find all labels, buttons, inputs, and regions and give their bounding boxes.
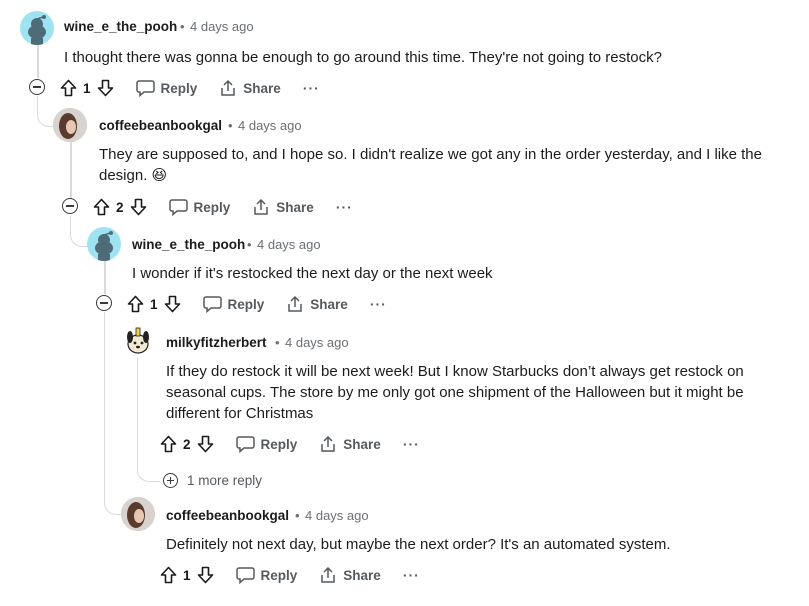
share-label: Share: [310, 296, 348, 312]
share-icon: [254, 198, 269, 215]
reply-label: Reply: [160, 80, 198, 96]
comment-time[interactable]: 4 days ago: [305, 508, 369, 523]
share-icon: [321, 435, 336, 452]
comment-body: Definitely not next day, but maybe the n…: [166, 536, 671, 553]
share-button[interactable]: Share: [286, 295, 348, 313]
reply-button[interactable]: Reply: [235, 566, 298, 584]
share-label: Share: [343, 567, 381, 583]
reply-label: Reply: [260, 567, 298, 583]
comment-body: They are supposed to, and I hope so. I d…: [99, 146, 762, 184]
collapse-button[interactable]: [29, 79, 45, 95]
share-icon: [221, 79, 236, 96]
comment-time[interactable]: 4 days ago: [238, 118, 302, 133]
separator-dot: •: [180, 19, 185, 34]
comment-actions: 1 Reply Share ···: [60, 77, 320, 99]
comment-actions: 2 Reply Share ···: [93, 196, 353, 218]
separator-dot: •: [275, 335, 280, 350]
comment-icon: [135, 80, 155, 97]
downvote-icon[interactable]: [164, 295, 181, 313]
comment-icon: [168, 199, 188, 216]
vote-count: 1: [83, 80, 91, 96]
comment-author[interactable]: wine_e_the_pooh: [64, 19, 177, 34]
photo-avatar[interactable]: [53, 108, 87, 142]
thread-elbow: [70, 216, 88, 247]
share-label: Share: [243, 80, 281, 96]
more-options-button[interactable]: ···: [370, 296, 387, 312]
upvote-icon[interactable]: [160, 435, 177, 453]
comment-time[interactable]: 4 days ago: [257, 237, 321, 252]
comment-icon: [235, 436, 255, 453]
comment-time[interactable]: 4 days ago: [285, 335, 349, 350]
reply-label: Reply: [227, 296, 265, 312]
separator-dot: •: [228, 118, 233, 133]
comment-body: If they do restock it will be next week!…: [166, 363, 744, 422]
vote-count: 2: [183, 436, 191, 452]
share-label: Share: [276, 199, 314, 215]
share-icon: [288, 295, 303, 312]
reply-label: Reply: [193, 199, 231, 215]
comment-body: I thought there was gonna be enough to g…: [64, 49, 662, 66]
upvote-icon[interactable]: [127, 295, 144, 313]
thread-line: [104, 261, 106, 294]
thread-line: [70, 142, 72, 198]
collapse-button[interactable]: [62, 198, 78, 214]
reply-button[interactable]: Reply: [202, 295, 265, 313]
downvote-icon[interactable]: [197, 566, 214, 584]
vote-count: 1: [150, 296, 158, 312]
upvote-icon[interactable]: [60, 79, 77, 97]
share-label: Share: [343, 436, 381, 452]
plus-circle-icon: [163, 473, 178, 488]
share-button[interactable]: Share: [319, 435, 381, 453]
more-options-button[interactable]: ···: [403, 567, 420, 583]
comment-actions: 1 Reply Share ···: [160, 564, 420, 586]
upvote-icon[interactable]: [93, 198, 110, 216]
downvote-icon[interactable]: [197, 435, 214, 453]
reply-button[interactable]: Reply: [235, 435, 298, 453]
comment-icon: [235, 567, 255, 584]
comment-author[interactable]: coffeebeanbookgal: [166, 508, 289, 523]
vote-count: 1: [183, 567, 191, 583]
comment-actions: 1 Reply Share ···: [127, 293, 387, 315]
comment-body: I wonder if it's restocked the next day …: [132, 265, 493, 282]
share-button[interactable]: Share: [219, 79, 281, 97]
snoo-avatar[interactable]: [20, 11, 54, 45]
comment-time[interactable]: 4 days ago: [190, 19, 254, 34]
more-options-button[interactable]: ···: [403, 436, 420, 452]
upvote-icon[interactable]: [160, 566, 177, 584]
more-options-button[interactable]: ···: [303, 80, 320, 96]
photo-avatar[interactable]: [121, 497, 155, 531]
vote-count: 2: [116, 199, 124, 215]
more-replies-label: 1 more reply: [187, 473, 263, 488]
comment-author[interactable]: coffeebeanbookgal: [99, 118, 222, 133]
share-button[interactable]: Share: [252, 198, 314, 216]
downvote-icon[interactable]: [97, 79, 114, 97]
comment-author[interactable]: wine_e_the_pooh: [132, 237, 245, 252]
collapse-button[interactable]: [96, 295, 112, 311]
reply-label: Reply: [260, 436, 298, 452]
separator-dot: •: [295, 508, 300, 523]
comment-actions: 2 Reply Share ···: [160, 433, 420, 455]
more-options-button[interactable]: ···: [336, 199, 353, 215]
reply-button[interactable]: Reply: [135, 79, 198, 97]
dog-avatar[interactable]: [121, 324, 155, 358]
downvote-icon[interactable]: [130, 198, 147, 216]
share-icon: [321, 566, 336, 583]
snoo-avatar[interactable]: [87, 227, 121, 261]
separator-dot: •: [247, 237, 252, 252]
comment-icon: [202, 296, 222, 313]
share-button[interactable]: Share: [319, 566, 381, 584]
thread-elbow: [137, 356, 160, 482]
comment-author[interactable]: milkyfitzherbert: [166, 335, 267, 350]
reply-button[interactable]: Reply: [168, 198, 231, 216]
thread-line: [37, 44, 39, 78]
more-replies-button[interactable]: 1 more reply: [163, 473, 262, 488]
